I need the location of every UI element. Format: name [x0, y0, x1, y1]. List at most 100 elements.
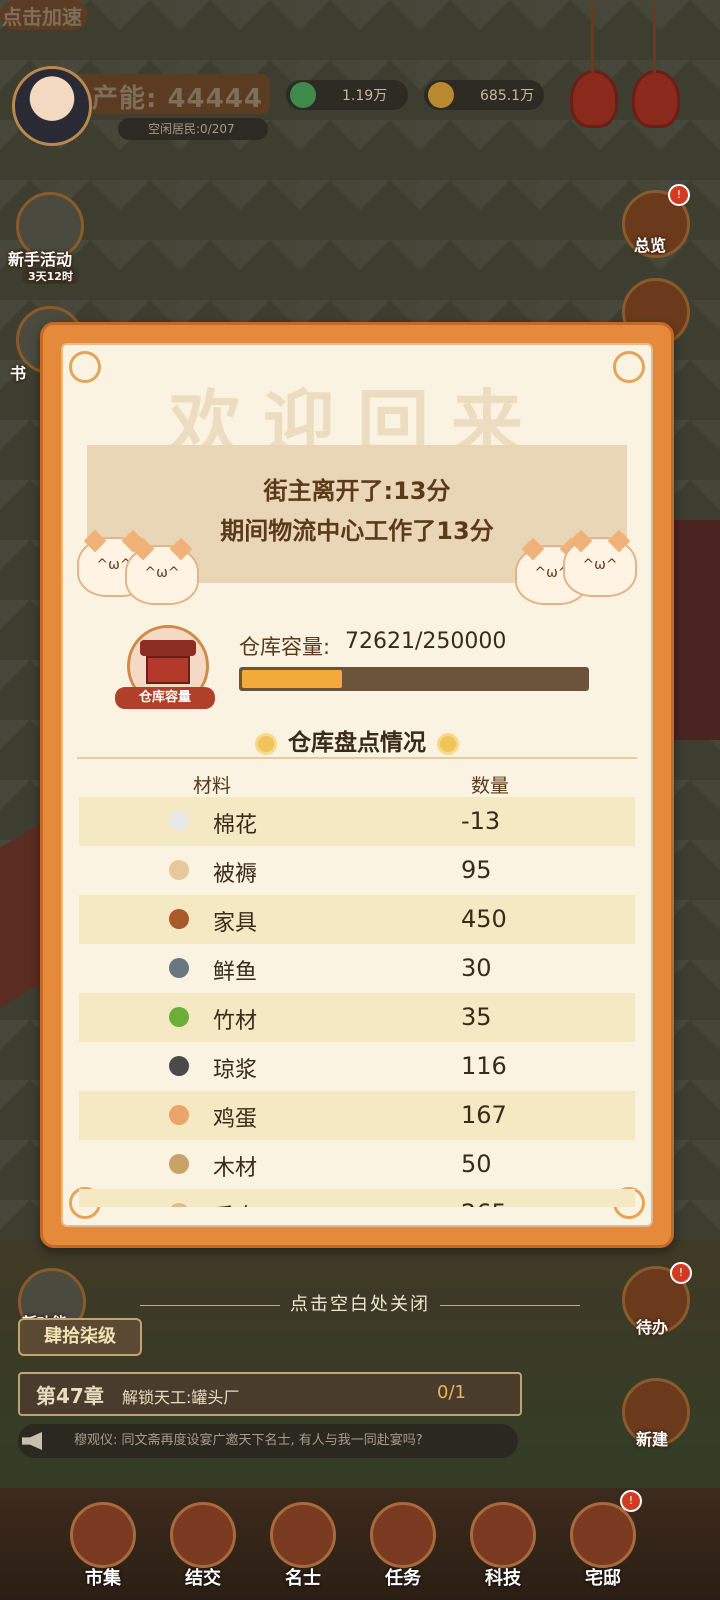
close-hint[interactable]: 点击空白处关闭: [0, 1290, 720, 1316]
news-ticker[interactable]: 穆观仪: 同文斋再度设宴广邀天下名士, 有人与我一同赴宴吗?: [18, 1424, 518, 1458]
inventory-row: 香皂 265: [79, 1189, 635, 1207]
book-label: 书: [10, 364, 27, 383]
inventory-title-text: 仓库盘点情况: [288, 730, 426, 756]
column-header-quantity: 数量: [471, 775, 510, 797]
material-name: 被褥: [213, 862, 258, 887]
jade-amount: 1.19万: [342, 88, 388, 104]
logistics-work-text: 期间物流中心工作了13分: [220, 517, 494, 545]
close-hint-text: 点击空白处关闭: [290, 1294, 430, 1315]
eggs-icon: [169, 1105, 189, 1125]
material-name: 琼浆: [213, 1058, 258, 1083]
material-quantity: 450: [461, 905, 507, 933]
soap-icon: [169, 1203, 189, 1207]
material-name: 家具: [213, 911, 258, 936]
overview-label: 总览: [634, 236, 667, 255]
inventory-list[interactable]: 棉花 -13 被褥 95 家具 450 鲜鱼 30 竹材 35 琼浆 116 鸡蛋 167 木材 50 香皂 26…: [79, 797, 635, 1207]
material-quantity: 95: [461, 856, 492, 884]
jade-coin-icon: [290, 82, 316, 108]
gold-currency[interactable]: 685.1万: [424, 80, 544, 110]
inventory-row: 鸡蛋 167: [79, 1091, 635, 1140]
nav-mansion[interactable]: 宅邸: [568, 1502, 638, 1592]
fish-icon: [169, 958, 189, 978]
inventory-row: 鲜鱼 30: [79, 944, 635, 993]
wine-jar-icon: [169, 1056, 189, 1076]
capacity-value: 72621/250000: [345, 629, 507, 654]
gold-coin-icon: [428, 82, 454, 108]
todo-label: 待办: [636, 1318, 669, 1337]
flower-icon: [258, 735, 274, 752]
column-header-material: 材料: [193, 775, 232, 797]
bedding-icon: [169, 860, 189, 880]
scholar-icon: [270, 1502, 336, 1568]
bottom-navbar: 市集 结交 名士 任务 科技 宅邸: [0, 1488, 720, 1600]
speedup-hint[interactable]: 点击加速: [0, 0, 88, 30]
todo-alert-icon: !: [670, 1262, 692, 1284]
material-quantity: -13: [461, 807, 501, 835]
player-avatar[interactable]: [12, 66, 92, 146]
furniture-icon: [169, 909, 189, 929]
cards-icon: [170, 1502, 236, 1568]
nav-market-label: 市集: [85, 1568, 121, 1589]
nav-tasks-label: 任务: [385, 1568, 421, 1589]
capacity-progress-fill: [242, 670, 342, 688]
market-icon: [70, 1502, 136, 1568]
build-label: 新建: [636, 1430, 669, 1449]
mansion-alert-icon: !: [620, 1490, 642, 1512]
lantern-button-right[interactable]: [632, 3, 680, 128]
lucky-cat-icon: ^ω^: [125, 537, 199, 605]
away-duration-text: 街主离开了:13分: [263, 477, 451, 505]
material-quantity: 30: [461, 954, 492, 982]
capacity-label: 仓库容量:: [239, 635, 331, 659]
material-quantity: 50: [461, 1150, 492, 1178]
modal-body: 欢迎回来 街主离开了:13分 期间物流中心工作了13分 ^ω^ ^ω^ ^ω^ …: [61, 343, 653, 1227]
newbie-event-timer: 3天12时: [22, 268, 79, 284]
inventory-row: 木材 50: [79, 1140, 635, 1189]
overview-alert-icon: !: [668, 184, 690, 206]
inventory-row: 琼浆 116: [79, 1042, 635, 1091]
material-quantity: 167: [461, 1101, 507, 1129]
nav-mansion-label: 宅邸: [585, 1568, 621, 1589]
nav-tech-label: 科技: [485, 1568, 521, 1589]
tech-icon: [470, 1502, 536, 1568]
nav-celebrities[interactable]: 名士: [268, 1502, 338, 1592]
nav-tech[interactable]: 科技: [468, 1502, 538, 1592]
chapter-quest[interactable]: 第47章 解锁天工:罐头厂 0/1: [18, 1372, 522, 1416]
task-icon: [370, 1502, 436, 1568]
nav-market[interactable]: 市集: [68, 1502, 138, 1592]
power-value: 产能: 44444: [92, 84, 263, 114]
flower-icon: [440, 735, 456, 752]
material-name: 木材: [213, 1156, 258, 1181]
warehouse-tag: 仓库容量: [115, 687, 215, 709]
material-name: 鸡蛋: [213, 1107, 258, 1132]
chapter-number: 第47章: [36, 1384, 104, 1408]
lantern-button-left[interactable]: [570, 3, 618, 128]
material-name: 棉花: [213, 813, 258, 838]
divider: [77, 757, 637, 759]
mansion-icon: [570, 1502, 636, 1568]
capacity-progress-bar: [239, 667, 589, 691]
material-name: 鲜鱼: [213, 960, 258, 985]
inventory-row: 棉花 -13: [79, 797, 635, 846]
nav-tasks[interactable]: 任务: [368, 1502, 438, 1592]
gold-amount: 685.1万: [480, 88, 535, 104]
material-quantity: 35: [461, 1003, 492, 1031]
nav-celebrities-label: 名士: [285, 1568, 321, 1589]
level-badge: 肆拾柒级: [18, 1318, 142, 1356]
nav-socialize[interactable]: 结交: [168, 1502, 238, 1592]
material-name: 竹材: [213, 1009, 258, 1034]
bamboo-icon: [169, 1007, 189, 1027]
jade-currency[interactable]: 1.19万: [286, 80, 408, 110]
material-quantity: 265: [461, 1199, 507, 1207]
chapter-progress: 0/1: [437, 1382, 466, 1403]
lucky-cat-icon: ^ω^: [563, 529, 637, 597]
cotton-icon: [169, 811, 189, 831]
material-name: 香皂: [213, 1199, 257, 1207]
inventory-row: 家具 450: [79, 895, 635, 944]
inventory-title: 仓库盘点情况: [63, 723, 651, 757]
inventory-row: 竹材 35: [79, 993, 635, 1042]
welcome-back-modal: 欢迎回来 街主离开了:13分 期间物流中心工作了13分 ^ω^ ^ω^ ^ω^ …: [40, 322, 674, 1248]
nav-socialize-label: 结交: [185, 1568, 221, 1589]
idle-residents[interactable]: 空闲居民:0/207: [118, 118, 268, 140]
wood-icon: [169, 1154, 189, 1174]
inventory-row: 被褥 95: [79, 846, 635, 895]
